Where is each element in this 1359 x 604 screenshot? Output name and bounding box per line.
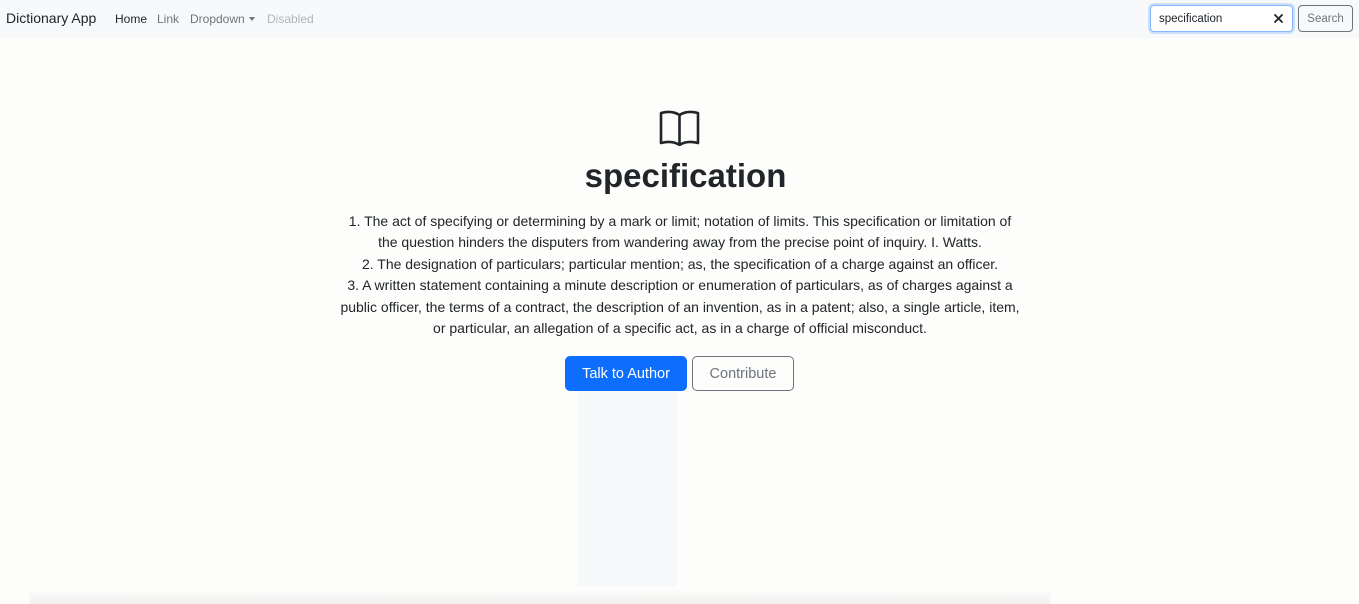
nav-dropdown-label: Dropdown	[190, 12, 245, 26]
definitions: 1. The act of specifying or determining …	[340, 211, 1020, 339]
bottom-shadow	[30, 589, 1050, 604]
search-input[interactable]	[1159, 10, 1269, 27]
search-box	[1150, 5, 1293, 32]
book-icon	[659, 110, 700, 146]
contribute-button[interactable]: Contribute	[692, 356, 794, 391]
definition-item: 2. The designation of particulars; parti…	[361, 255, 999, 272]
definition-item: 1. The act of specifying or determining …	[348, 213, 1012, 251]
chevron-down-icon	[248, 17, 255, 21]
close-icon[interactable]	[1273, 13, 1284, 24]
word-title: specification	[584, 157, 787, 194]
brand-link[interactable]: Dictionary App	[6, 10, 96, 26]
nav-link-home[interactable]: Home	[115, 12, 147, 26]
search-button[interactable]: Search	[1298, 5, 1353, 32]
talk-to-author-button[interactable]: Talk to Author	[565, 356, 687, 391]
nav-link-disabled: Disabled	[267, 12, 314, 26]
nav-dropdown[interactable]: Dropdown	[190, 12, 255, 26]
empty-panel	[577, 391, 677, 587]
navbar: Dictionary App Home Link Dropdown Disabl…	[0, 0, 1359, 38]
nav-link-link[interactable]: Link	[157, 12, 179, 26]
definition-item: 3. A written statement containing a minu…	[340, 277, 1020, 337]
